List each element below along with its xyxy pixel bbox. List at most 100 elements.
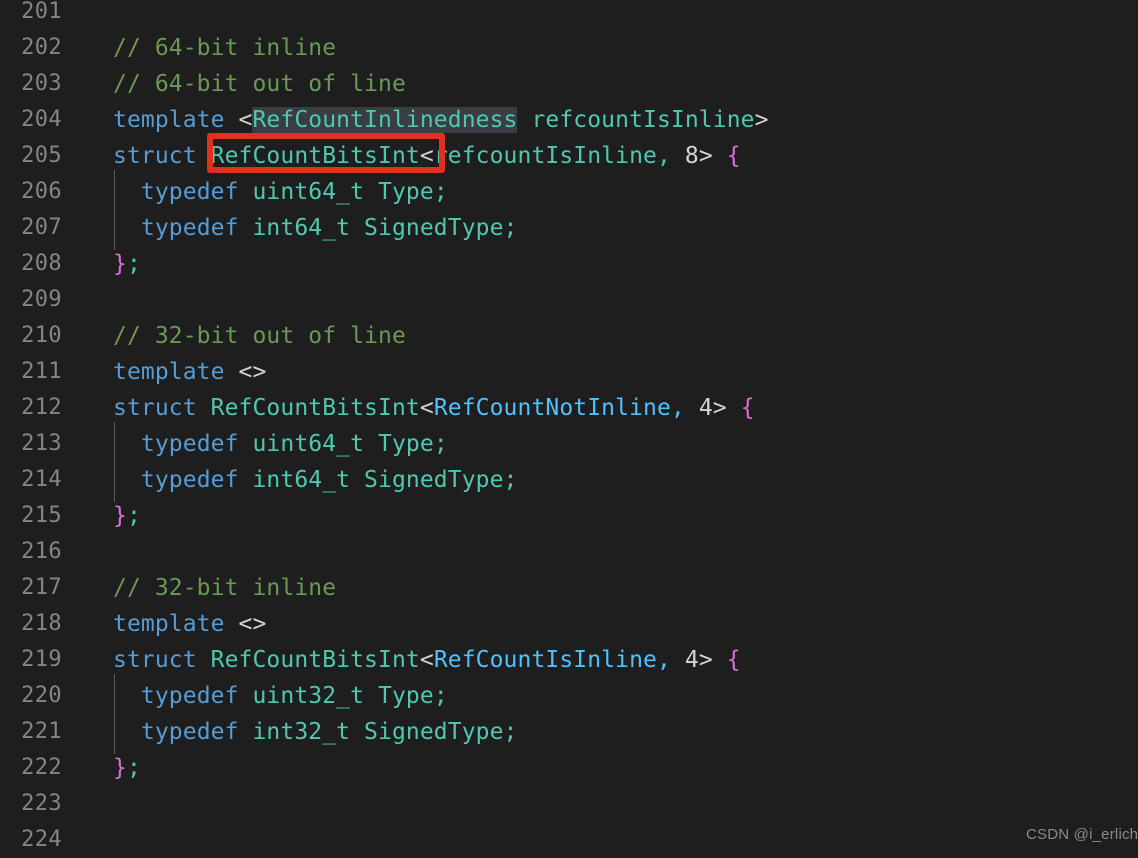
code-line[interactable]: 206 typedef uint64_t Type; (0, 174, 1138, 210)
line-number: 210 (21, 323, 62, 348)
token: struct (113, 143, 211, 169)
line-content[interactable]: typedef uint32_t Type; (113, 678, 448, 714)
token: <> (238, 611, 267, 637)
code-line[interactable]: 215}; (0, 498, 1138, 534)
line-content[interactable]: // 32-bit out of line (113, 318, 406, 354)
token: { (726, 647, 741, 673)
token: , (656, 143, 685, 169)
line-number: 221 (21, 719, 62, 744)
line-number: 222 (21, 755, 62, 780)
code-line[interactable]: 203 // 64-bit out of line (0, 66, 1138, 102)
token: ; (503, 719, 518, 745)
token: ; (503, 467, 518, 493)
code-editor[interactable]: 201 202 // 64-bit inline 203 // 64-bit out o… (0, 0, 1138, 852)
token: typedef (140, 719, 253, 745)
code-line[interactable]: 219 struct RefCountBitsInt<RefCountIsInli… (0, 642, 1138, 678)
token-highlighted: RefCountInlinedness (252, 107, 518, 133)
token: typedef (140, 431, 253, 457)
token: // 32-bit out of line (113, 323, 406, 349)
token: ; (126, 251, 141, 277)
line-number: 208 (21, 251, 62, 276)
token: // 32-bit inline (113, 575, 337, 601)
line-content[interactable]: template <> (113, 606, 266, 642)
code-line[interactable]: 216 (0, 534, 1138, 570)
line-number: 224 (21, 827, 62, 852)
token: struct (113, 395, 211, 421)
code-line[interactable]: 208}; (0, 246, 1138, 282)
token: template (113, 611, 239, 637)
token: RefCountNotInline (433, 395, 671, 421)
token: refcountIsInline (531, 107, 755, 133)
line-number: 223 (21, 791, 62, 816)
line-number: 219 (21, 647, 62, 672)
line-content[interactable]: // 32-bit inline (113, 570, 336, 606)
code-line[interactable]: 205 struct RefCountBitsInt<refcountIsInli… (0, 138, 1138, 174)
code-line[interactable]: 222}; (0, 750, 1138, 786)
line-content[interactable]: template <> (113, 354, 266, 390)
token: ; (433, 431, 448, 457)
code-line[interactable]: 221 typedef int32_t SignedType; (0, 714, 1138, 750)
code-line[interactable]: 201 (0, 0, 1138, 30)
line-content[interactable]: struct RefCountBitsInt<refcountIsInline,… (113, 138, 741, 174)
token: int32_t SignedType (252, 719, 504, 745)
code-line[interactable]: 209 (0, 282, 1138, 318)
line-content[interactable]: // 64-bit inline (113, 30, 336, 66)
code-line[interactable]: 214 typedef int64_t SignedType; (0, 462, 1138, 498)
line-number: 213 (21, 431, 62, 456)
line-content[interactable]: // 64-bit out of line (113, 66, 406, 102)
line-content[interactable]: typedef int32_t SignedType; (113, 714, 518, 750)
code-line[interactable]: 218 template <> (0, 606, 1138, 642)
line-content[interactable]: }; (113, 246, 141, 282)
code-line[interactable]: 224 (0, 822, 1138, 858)
token: } (113, 503, 127, 529)
indent-guide (114, 170, 115, 250)
token: <> (238, 359, 267, 385)
token: < (419, 647, 434, 673)
line-number: 205 (21, 143, 62, 168)
token: struct (113, 647, 211, 673)
token: < (419, 143, 434, 169)
code-line[interactable]: 213 typedef uint64_t Type; (0, 426, 1138, 462)
line-content[interactable]: }; (113, 750, 141, 786)
line-content[interactable]: typedef uint64_t Type; (113, 174, 448, 210)
code-line[interactable]: 220 typedef uint32_t Type; (0, 678, 1138, 714)
code-line[interactable]: 202 // 64-bit inline (0, 30, 1138, 66)
line-content[interactable]: typedef uint64_t Type; (113, 426, 448, 462)
token: 4 (684, 647, 699, 673)
code-line-list[interactable]: 201 202 // 64-bit inline 203 // 64-bit out o… (0, 0, 1138, 858)
code-line[interactable]: 212 struct RefCountBitsInt<RefCountNotInl… (0, 390, 1138, 426)
line-number: 220 (21, 683, 62, 708)
token: RefCountBitsInt (210, 647, 420, 673)
code-line[interactable]: 210 // 32-bit out of line (0, 318, 1138, 354)
code-line[interactable]: 223 (0, 786, 1138, 822)
line-content[interactable]: struct RefCountBitsInt<RefCountNotInline… (113, 390, 755, 426)
code-line[interactable]: 207 typedef int64_t SignedType; (0, 210, 1138, 246)
code-line[interactable]: 204 template <RefCountInlinedness refcoun… (0, 102, 1138, 138)
line-content[interactable]: typedef int64_t SignedType; (113, 210, 518, 246)
line-number: 212 (21, 395, 62, 420)
code-line[interactable]: 211 template <> (0, 354, 1138, 390)
token: { (726, 143, 741, 169)
token: 8 (684, 143, 699, 169)
line-content[interactable]: template <RefCountInlinedness refcountIs… (113, 102, 769, 138)
token: , (656, 647, 685, 673)
line-number: 206 (21, 179, 62, 204)
token: > (698, 143, 727, 169)
token: typedef (140, 215, 253, 241)
token: typedef (140, 683, 253, 709)
line-number: 215 (21, 503, 62, 528)
line-content[interactable]: struct RefCountBitsInt<RefCountIsInline,… (113, 642, 741, 678)
token: ; (433, 179, 448, 205)
line-number: 218 (21, 611, 62, 636)
line-content[interactable]: }; (113, 498, 141, 534)
line-content[interactable]: typedef int64_t SignedType; (113, 462, 518, 498)
line-number: 203 (21, 71, 62, 96)
line-number: 209 (21, 287, 62, 312)
code-line[interactable]: 217 // 32-bit inline (0, 570, 1138, 606)
token: { (740, 395, 755, 421)
token: typedef (140, 467, 253, 493)
token: > (698, 647, 727, 673)
line-number: 216 (21, 539, 62, 564)
